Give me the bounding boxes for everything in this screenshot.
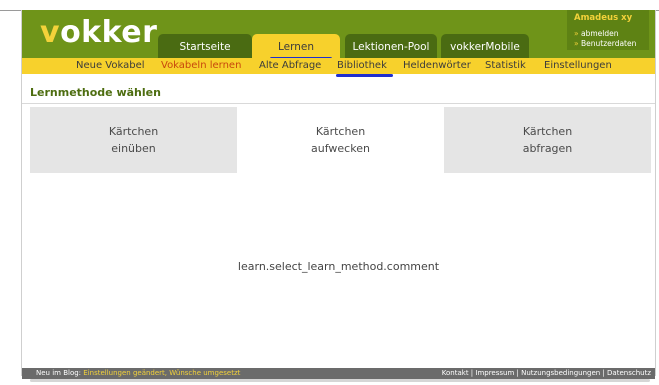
method-card-aufwecken[interactable]: Kärtchen aufwecken — [237, 107, 444, 173]
method-card-line1: Kärtchen — [315, 125, 366, 138]
subnav-alte-abfrage[interactable]: Alte Abfrage — [259, 58, 321, 74]
subnav-vokabeln-lernen[interactable]: Vokabeln lernen — [161, 58, 241, 74]
footer-links[interactable]: Kontakt | Impressum | Nutzungsbedingunge… — [442, 368, 651, 379]
logout-label: abmelden — [580, 29, 619, 38]
method-card-line1: Kärtchen — [522, 125, 573, 138]
footer-bar: Neu im Blog: Einstellungen geändert, Wün… — [22, 368, 655, 379]
method-comment: learn.select_learn_method.comment — [237, 260, 440, 273]
user-data-label: Benutzerdaten — [580, 39, 637, 48]
sub-navigation: Neue Vokabel Vokabeln lernen Alte Abfrag… — [22, 58, 655, 74]
method-card-line2: einüben — [111, 142, 156, 155]
logo-rest: okker — [60, 15, 158, 50]
frame-shadow — [30, 379, 650, 382]
title-divider — [22, 103, 655, 104]
user-box: Amadeus xy » abmelden » Benutzerdaten — [567, 10, 649, 50]
arrow-icon: » — [574, 29, 579, 38]
vokker-logo[interactable]: vokker — [40, 16, 157, 50]
footer-blog-link[interactable]: Einstellungen geändert, Wünsche umgesetz… — [83, 369, 240, 377]
tab-lektionen-pool[interactable]: Lektionen-Pool — [345, 34, 437, 58]
header-bar: vokker Startseite Lernen Lektionen-Pool … — [22, 10, 655, 58]
user-data-link[interactable]: » Benutzerdaten — [574, 39, 636, 48]
highlight-stroke-bibliothek — [336, 74, 393, 77]
method-card-line2: abfragen — [522, 142, 573, 155]
subnav-neue-vokabel[interactable]: Neue Vokabel — [76, 58, 145, 74]
logo-first-letter: v — [40, 15, 61, 50]
method-card-einueben[interactable]: Kärtchen einüben — [30, 107, 237, 173]
subnav-einstellungen[interactable]: Einstellungen — [544, 58, 612, 74]
logout-link[interactable]: » abmelden — [574, 29, 618, 38]
footer-blog-prefix: Neu im Blog: — [36, 369, 82, 377]
page-title: Lernmethode wählen — [30, 86, 161, 99]
arrow-icon: » — [574, 39, 579, 48]
method-card-abfragen[interactable]: Kärtchen abfragen — [444, 107, 651, 173]
subnav-bibliothek[interactable]: Bibliothek — [337, 58, 387, 74]
footer-blog: Neu im Blog: Einstellungen geändert, Wün… — [36, 368, 240, 379]
method-card-line1: Kärtchen — [108, 125, 159, 138]
tab-lernen[interactable]: Lernen — [252, 34, 340, 58]
tab-vokkermobile[interactable]: vokkerMobile — [441, 34, 529, 58]
subnav-statistik[interactable]: Statistik — [485, 58, 526, 74]
method-card-line2: aufwecken — [311, 142, 370, 155]
subnav-heldenwoerter[interactable]: Heldenwörter — [403, 58, 471, 74]
user-name: Amadeus xy — [574, 13, 633, 23]
tab-startseite[interactable]: Startseite — [158, 34, 252, 58]
app-frame: vokker Startseite Lernen Lektionen-Pool … — [21, 10, 656, 379]
